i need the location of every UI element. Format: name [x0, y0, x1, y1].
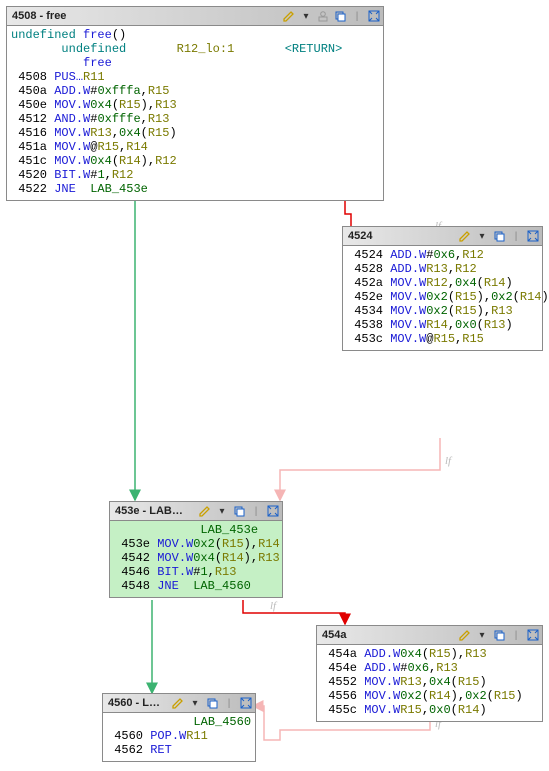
- block-title: 4560 - L…: [105, 697, 171, 709]
- edit-icon[interactable]: [171, 696, 185, 710]
- dropdown-icon[interactable]: ▾: [215, 504, 229, 518]
- divider: |: [509, 229, 523, 243]
- divider: |: [350, 9, 364, 23]
- block-453e[interactable]: 453e - LAB… ▾ | LAB_453e 453e MOV.W0x2(R…: [109, 501, 283, 598]
- block-4508[interactable]: 4508 - free ▾ | undefined free() undefin…: [6, 6, 384, 201]
- lock-icon[interactable]: [316, 9, 330, 23]
- block-454a[interactable]: 454a ▾ | 454a ADD.W0x4(R15),R13 454e ADD…: [316, 625, 543, 722]
- fit-icon[interactable]: [526, 229, 540, 243]
- block-content: 454a ADD.W0x4(R15),R13 454e ADD.W#0x6,R1…: [317, 645, 542, 721]
- divider: |: [509, 628, 523, 642]
- block-content: undefined free() undefined R12_lo:1 <RET…: [7, 26, 383, 200]
- restore-icon[interactable]: [492, 229, 506, 243]
- fit-icon[interactable]: [239, 696, 253, 710]
- block-titlebar[interactable]: 454a ▾ |: [317, 626, 542, 645]
- dropdown-icon[interactable]: ▾: [475, 229, 489, 243]
- block-titlebar[interactable]: 4560 - L… ▾ |: [103, 694, 255, 713]
- fit-icon[interactable]: [367, 9, 381, 23]
- divider: |: [249, 504, 263, 518]
- fit-icon[interactable]: [266, 504, 280, 518]
- block-4524[interactable]: 4524 ▾ | 4524 ADD.W#0x6,R12 4528 ADD.WR1…: [342, 226, 543, 351]
- block-title: 454a: [319, 629, 458, 641]
- dropdown-icon[interactable]: ▾: [188, 696, 202, 710]
- dropdown-icon[interactable]: ▾: [299, 9, 313, 23]
- edge-label: lf: [270, 600, 276, 612]
- divider: |: [222, 696, 236, 710]
- block-title: 453e - LAB…: [112, 505, 198, 517]
- dropdown-icon[interactable]: ▾: [475, 628, 489, 642]
- edit-icon[interactable]: [458, 628, 472, 642]
- restore-icon[interactable]: [333, 9, 347, 23]
- restore-icon[interactable]: [492, 628, 506, 642]
- restore-icon[interactable]: [205, 696, 219, 710]
- fit-icon[interactable]: [526, 628, 540, 642]
- edge-label: lf: [445, 455, 451, 467]
- block-titlebar[interactable]: 4508 - free ▾ |: [7, 7, 383, 26]
- block-4560[interactable]: 4560 - L… ▾ | LAB_4560 4560 POP.WR11 456…: [102, 693, 256, 762]
- edit-icon[interactable]: [282, 9, 296, 23]
- block-content: LAB_4560 4560 POP.WR11 4562 RET: [103, 713, 255, 761]
- edit-icon[interactable]: [458, 229, 472, 243]
- block-titlebar[interactable]: 453e - LAB… ▾ |: [110, 502, 282, 521]
- restore-icon[interactable]: [232, 504, 246, 518]
- block-title: 4524: [345, 230, 458, 242]
- block-titlebar[interactable]: 4524 ▾ |: [343, 227, 542, 246]
- edit-icon[interactable]: [198, 504, 212, 518]
- block-content: 4524 ADD.W#0x6,R12 4528 ADD.WR13,R12 452…: [343, 246, 542, 350]
- block-title: 4508 - free: [9, 10, 282, 22]
- block-content: LAB_453e 453e MOV.W0x2(R15),R14 4542 MOV…: [110, 521, 282, 597]
